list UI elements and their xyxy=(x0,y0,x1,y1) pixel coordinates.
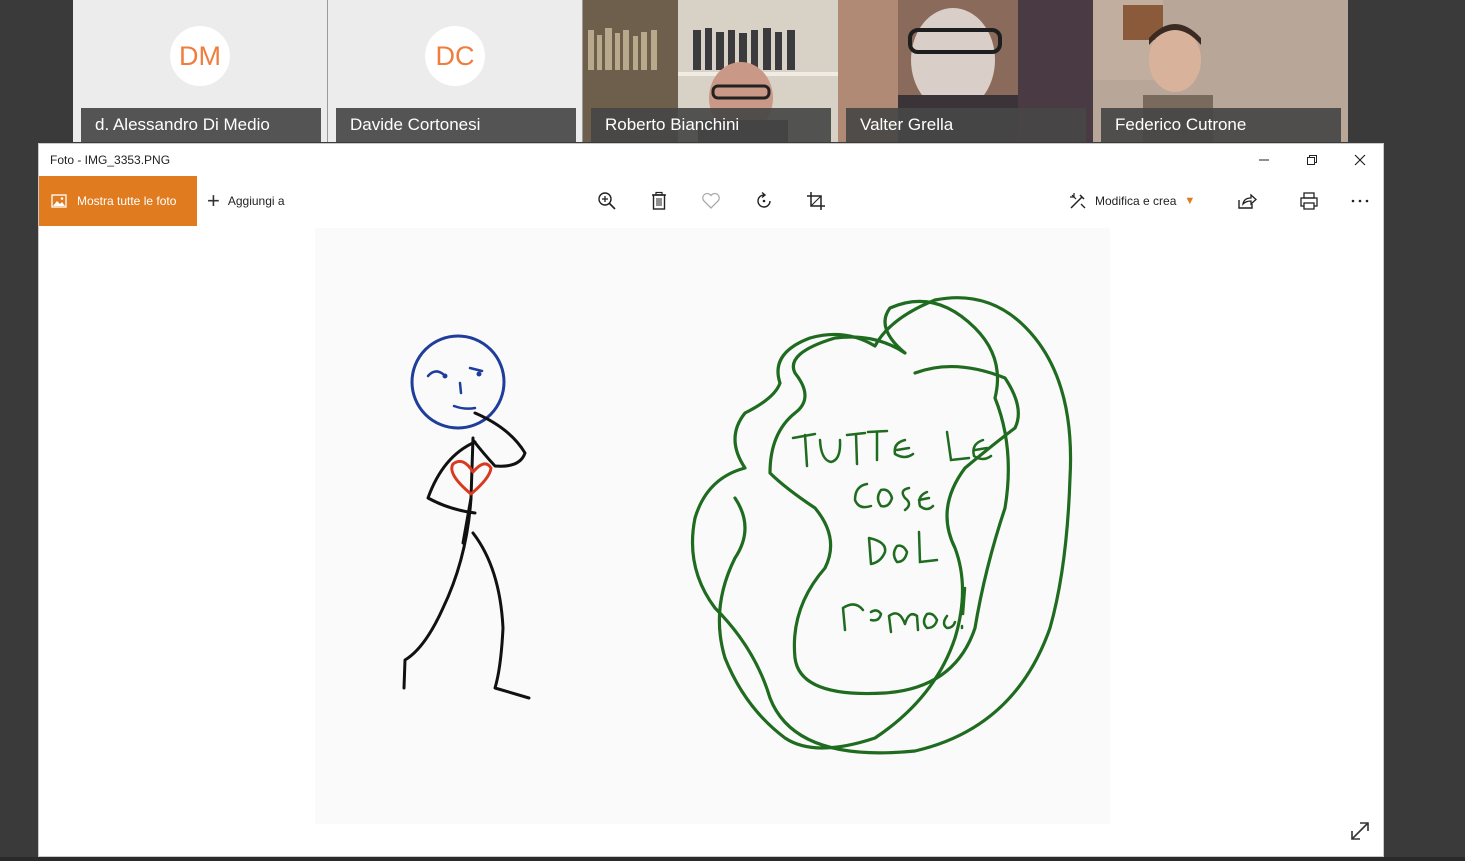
add-to-button[interactable]: + Aggiungi a xyxy=(207,176,285,226)
close-button[interactable] xyxy=(1337,144,1383,176)
trash-icon xyxy=(652,191,666,210)
participant-name: Davide Cortonesi xyxy=(336,108,576,142)
participant-name: Valter Grella xyxy=(846,108,1086,142)
minimize-icon xyxy=(1259,159,1269,161)
participant-strip: DM d. Alessandro Di Medio DC Davide Cort… xyxy=(73,0,1349,142)
edit-create-label: Modifica e crea xyxy=(1095,194,1177,208)
zoom-icon xyxy=(598,192,616,210)
print-icon xyxy=(1300,192,1318,210)
avatar: DC xyxy=(425,26,485,86)
participant-tile[interactable]: DM d. Alessandro Di Medio xyxy=(73,0,328,142)
show-all-photos-label: Mostra tutte le foto xyxy=(77,194,177,208)
participant-tile[interactable]: Roberto Bianchini xyxy=(583,0,838,142)
edit-icon xyxy=(1070,193,1086,209)
crop-icon xyxy=(807,192,825,210)
fullscreen-button[interactable] xyxy=(1349,820,1371,842)
print-button[interactable] xyxy=(1297,189,1321,213)
taskbar-edge xyxy=(0,857,1465,861)
participant-tile[interactable]: Federico Cutrone xyxy=(1093,0,1348,142)
add-to-label: Aggiungi a xyxy=(227,194,285,208)
delete-button[interactable] xyxy=(647,189,671,213)
more-options-button[interactable] xyxy=(1348,189,1372,213)
title-bar: Foto - IMG_3353.PNG xyxy=(39,144,1383,176)
window-title: Foto - IMG_3353.PNG xyxy=(50,153,171,167)
heart-icon xyxy=(702,192,720,209)
photo-icon xyxy=(51,194,67,208)
restore-icon xyxy=(1307,155,1317,165)
show-all-photos-button[interactable]: Mostra tutte le foto xyxy=(39,176,197,226)
expand-icon xyxy=(1351,822,1369,840)
minimize-button[interactable] xyxy=(1241,144,1287,176)
photo-canvas[interactable] xyxy=(315,228,1110,824)
drawing-image xyxy=(402,296,1073,755)
avatar: DM xyxy=(170,26,230,86)
rotate-button[interactable] xyxy=(752,189,776,213)
participant-name: d. Alessandro Di Medio xyxy=(81,108,321,142)
participant-tile[interactable]: DC Davide Cortonesi xyxy=(328,0,583,142)
restore-button[interactable] xyxy=(1289,144,1335,176)
photos-window: Foto - IMG_3353.PNG Mostra tutte le foto… xyxy=(38,143,1384,857)
edit-create-button[interactable]: Modifica e crea ▼ xyxy=(1069,176,1195,226)
more-icon xyxy=(1351,199,1369,203)
zoom-button[interactable] xyxy=(595,189,619,213)
close-icon xyxy=(1354,154,1366,166)
participant-tile[interactable]: Valter Grella xyxy=(838,0,1093,142)
crop-button[interactable] xyxy=(804,189,828,213)
participant-name: Roberto Bianchini xyxy=(591,108,831,142)
participant-name: Federico Cutrone xyxy=(1101,108,1341,142)
share-icon xyxy=(1238,193,1257,209)
plus-icon: + xyxy=(207,188,220,213)
chevron-down-icon: ▼ xyxy=(1184,195,1196,207)
favorite-button[interactable] xyxy=(699,189,723,213)
toolbar: Mostra tutte le foto + Aggiungi a Modifi… xyxy=(39,176,1383,226)
rotate-icon xyxy=(757,191,771,208)
share-button[interactable] xyxy=(1235,189,1259,213)
